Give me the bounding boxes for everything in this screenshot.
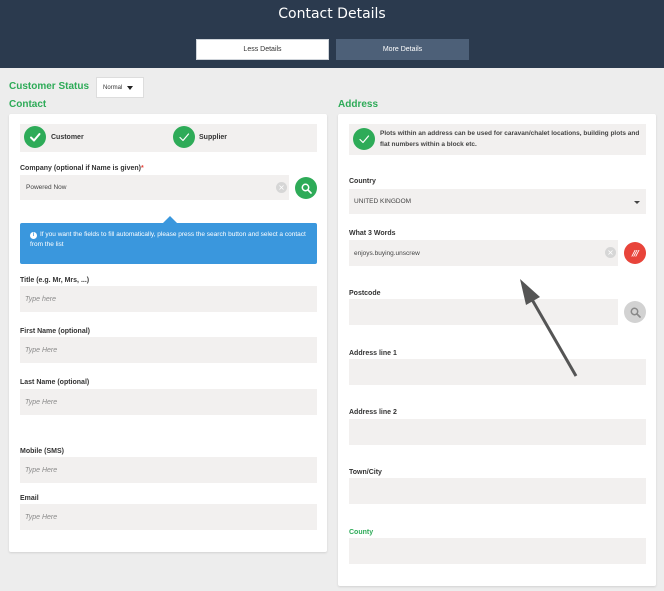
first-name-placeholder: Type Here	[25, 347, 58, 354]
plots-check	[353, 128, 375, 150]
mobile-placeholder: Type Here	[25, 467, 58, 474]
info-message: If you want the fields to fill automatic…	[30, 231, 306, 248]
customer-status-value: Normal	[103, 84, 123, 91]
address-line2-input[interactable]	[349, 419, 646, 445]
company-search-button[interactable]	[295, 177, 317, 199]
email-label: Email	[20, 495, 39, 502]
info-icon: i	[30, 232, 37, 239]
postcode-input[interactable]	[349, 299, 618, 325]
postcode-label: Postcode	[349, 290, 381, 297]
contact-section-title: Contact	[9, 99, 47, 110]
address-line2-label: Address line 2	[349, 409, 397, 416]
search-icon	[630, 307, 641, 318]
customer-checkbox[interactable]	[24, 126, 46, 148]
supplier-label: Supplier	[199, 134, 228, 141]
title-label: Title (e.g. Mr, Mrs, ...)	[20, 277, 90, 284]
county-input[interactable]	[349, 538, 646, 564]
info-pointer	[163, 216, 177, 223]
check-icon	[179, 133, 190, 142]
what3words-button[interactable]: ///	[624, 242, 646, 264]
header-bar: Contact Details Less Details More Detail…	[0, 0, 664, 68]
country-value: UNITED KINGDOM	[354, 198, 412, 205]
email-placeholder: Type Here	[25, 514, 58, 521]
autofill-info-box: i If you want the fields to fill automati…	[20, 216, 317, 264]
customer-status-label: Customer Status	[9, 81, 90, 92]
title-input[interactable]	[20, 286, 317, 312]
address-section-title: Address	[338, 99, 379, 110]
clear-icon[interactable]: ×	[276, 182, 287, 193]
search-icon	[301, 183, 312, 194]
check-icon	[30, 133, 41, 142]
company-label: Company (optional if Name is given)*	[20, 165, 144, 172]
supplier-checkbox[interactable]	[173, 126, 195, 148]
customer-label: Customer	[51, 134, 84, 141]
email-input[interactable]	[20, 504, 317, 530]
check-icon	[359, 135, 370, 144]
mobile-label: Mobile (SMS)	[20, 448, 64, 455]
w3w-value: enjoys.buying.unscrew	[354, 250, 420, 257]
customer-status-select[interactable]: Normal	[96, 77, 144, 98]
town-label: Town/City	[349, 469, 382, 476]
town-input[interactable]	[349, 478, 646, 504]
country-label: Country	[349, 178, 376, 185]
address-line1-input[interactable]	[349, 359, 646, 385]
postcode-search-button[interactable]	[624, 301, 646, 323]
plots-info-text: Plots within an address can be used for …	[380, 130, 640, 148]
required-mark: *	[140, 165, 144, 172]
w3w-label: What 3 Words	[349, 230, 396, 237]
company-label-text: Company (optional if Name is given)	[20, 165, 141, 172]
address-line1-label: Address line 1	[349, 350, 397, 357]
more-details-button[interactable]: More Details	[336, 39, 469, 60]
county-label: County	[349, 529, 374, 536]
last-name-placeholder: Type Here	[25, 399, 58, 406]
dropdown-caret-icon	[127, 85, 134, 90]
mobile-input[interactable]	[20, 457, 317, 483]
less-details-button[interactable]: Less Details	[196, 39, 329, 60]
what3words-icon: ///	[632, 248, 639, 258]
first-name-label: First Name (optional)	[20, 328, 91, 335]
page-title: Contact Details	[278, 6, 386, 22]
last-name-label: Last Name (optional)	[20, 379, 90, 386]
title-placeholder: Type here	[25, 296, 56, 303]
last-name-input[interactable]	[20, 389, 317, 415]
first-name-input[interactable]	[20, 337, 317, 363]
dropdown-caret-icon	[634, 201, 640, 204]
company-value: Powered Now	[26, 184, 67, 191]
clear-icon[interactable]: ×	[605, 247, 616, 258]
